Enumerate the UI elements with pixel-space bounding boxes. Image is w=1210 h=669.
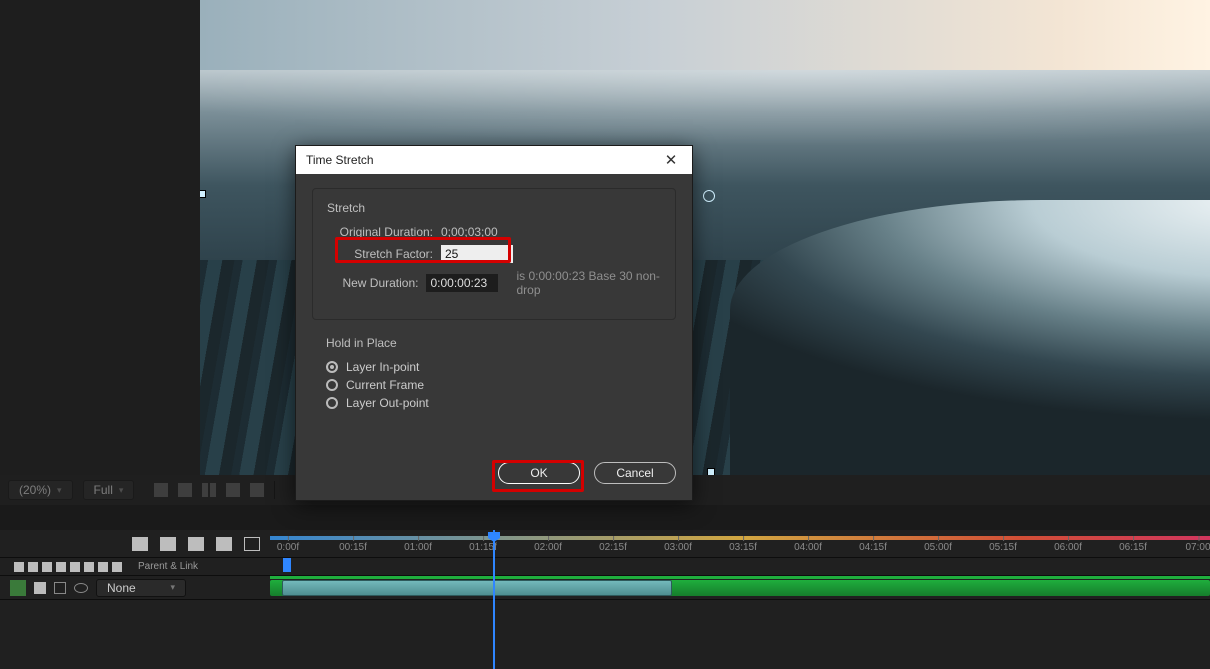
col-icon[interactable]	[42, 562, 52, 572]
dialog-titlebar[interactable]: Time Stretch ✕	[296, 146, 692, 174]
ruler-tick: 03:00f	[664, 542, 692, 553]
layer-toggle-icon[interactable]	[54, 582, 66, 594]
selection-handle[interactable]	[200, 190, 206, 198]
ruler-tick: 03:15f	[729, 542, 757, 553]
new-duration-input[interactable]	[426, 274, 498, 292]
parent-dropdown[interactable]: None▾	[96, 579, 186, 597]
parent-link-header: Parent & Link	[138, 561, 198, 572]
stretch-factor-input[interactable]	[441, 245, 513, 263]
group-label: Hold in Place	[326, 336, 662, 350]
original-duration-value: 0;00;03;00	[441, 225, 498, 239]
ruler-tick: 00:15f	[339, 542, 367, 553]
in-point-marker[interactable]	[283, 558, 291, 572]
col-icon[interactable]	[98, 562, 108, 572]
draft-icon[interactable]	[244, 537, 260, 551]
ruler-tick: 04:00f	[794, 542, 822, 553]
hold-in-point-radio[interactable]: Layer In-point	[326, 360, 662, 374]
ruler-tick: 01:00f	[404, 542, 432, 553]
timeline-column-header: Parent & Link	[0, 558, 1210, 576]
stretch-group: Stretch Original Duration: 0;00;03;00 St…	[312, 188, 676, 320]
shy-icon[interactable]	[132, 537, 148, 551]
stretch-factor-label: Stretch Factor:	[327, 247, 433, 261]
ruler-tick: 07:00	[1185, 542, 1210, 553]
ruler-tick: 05:00f	[924, 542, 952, 553]
grid-icon[interactable]	[154, 483, 168, 497]
channels-icon[interactable]	[202, 483, 216, 497]
cancel-button[interactable]: Cancel	[594, 462, 676, 484]
layer-row[interactable]: None▾	[0, 576, 1210, 600]
col-icon[interactable]	[70, 562, 80, 572]
dialog-title: Time Stretch	[306, 153, 374, 167]
col-icon[interactable]	[56, 562, 66, 572]
ruler-tick: 02:00f	[534, 542, 562, 553]
radio-label: Layer Out-point	[346, 396, 429, 410]
col-icon[interactable]	[84, 562, 94, 572]
ruler-tick: 04:15f	[859, 542, 887, 553]
ruler-tick: 02:15f	[599, 542, 627, 553]
resolution-value: Full	[94, 483, 113, 497]
hold-in-place-group: Hold in Place Layer In-point Current Fra…	[312, 336, 676, 430]
time-stretch-dialog: Time Stretch ✕ Stretch Original Duration…	[295, 145, 693, 501]
radio-label: Current Frame	[346, 378, 424, 392]
preview-toolbar-icons	[154, 483, 264, 497]
time-ruler[interactable]: 0:00f 00:15f 01:00f 01:15f 02:00f 02:15f…	[270, 530, 1210, 558]
region-icon[interactable]	[250, 483, 264, 497]
hold-out-point-radio[interactable]: Layer Out-point	[326, 396, 662, 410]
new-duration-label: New Duration:	[327, 276, 418, 290]
close-icon[interactable]: ✕	[660, 149, 682, 171]
ruler-tick: 06:15f	[1119, 542, 1147, 553]
ruler-tick: 05:15f	[989, 542, 1017, 553]
selection-handle[interactable]	[707, 468, 715, 475]
mask-icon[interactable]	[178, 483, 192, 497]
resolution-dropdown[interactable]: Full▾	[83, 480, 135, 500]
transparency-icon[interactable]	[226, 483, 240, 497]
pickwhip-icon[interactable]	[74, 583, 88, 593]
layer-toggle-icon[interactable]	[34, 582, 46, 594]
layer-clip[interactable]	[282, 580, 672, 596]
timeline-panel: 0:00f 00:15f 01:00f 01:15f 02:00f 02:15f…	[0, 530, 1210, 669]
col-icon[interactable]	[14, 562, 24, 572]
frame-blend-icon[interactable]	[160, 537, 176, 551]
timeline-header: 0:00f 00:15f 01:00f 01:15f 02:00f 02:15f…	[0, 530, 1210, 558]
graph-editor-icon[interactable]	[216, 537, 232, 551]
radio-label: Layer In-point	[346, 360, 419, 374]
col-icon[interactable]	[112, 562, 122, 572]
group-label: Stretch	[327, 201, 661, 215]
anchor-handle[interactable]	[703, 190, 715, 202]
zoom-value: (20%)	[19, 483, 51, 497]
playhead[interactable]	[493, 530, 495, 669]
ok-button[interactable]: OK	[498, 462, 580, 484]
motion-blur-icon[interactable]	[188, 537, 204, 551]
zoom-dropdown[interactable]: (20%)▾	[8, 480, 73, 500]
ruler-tick: 0:00f	[277, 542, 299, 553]
parent-value: None	[107, 581, 136, 595]
col-icon[interactable]	[28, 562, 38, 572]
hold-current-frame-radio[interactable]: Current Frame	[326, 378, 662, 392]
new-duration-hint: is 0:00:00:23 Base 30 non-drop	[516, 269, 661, 297]
layer-color-swatch[interactable]	[10, 580, 26, 596]
ruler-tick: 06:00f	[1054, 542, 1082, 553]
layer-track[interactable]	[270, 576, 1210, 600]
original-duration-label: Original Duration:	[327, 225, 433, 239]
